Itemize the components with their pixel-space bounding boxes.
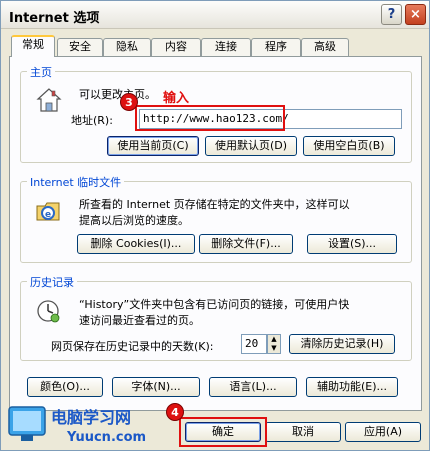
tab-connections[interactable]: 连接 <box>201 38 251 56</box>
spin-down-icon[interactable]: ▼ <box>268 344 280 353</box>
svg-text:Yuucn.com: Yuucn.com <box>66 430 146 445</box>
help-button[interactable]: ? <box>381 4 402 25</box>
delete-files-button[interactable]: 删除文件(F)... <box>199 234 293 254</box>
tab-security[interactable]: 安全 <box>57 38 103 56</box>
use-default-button[interactable]: 使用默认页(D) <box>205 136 297 156</box>
tab-programs[interactable]: 程序 <box>251 38 301 56</box>
ie-folder-icon: e <box>35 198 61 224</box>
apply-button[interactable]: 应用(A) <box>345 422 421 442</box>
internet-options-dialog: Internet 选项 ? × 常规 安全 隐私 内容 连接 程序 高级 主页 … <box>0 0 430 451</box>
history-group: 历史记录 “History”文件夹中包含有已访问页的链接，可使用户快 速访问最近… <box>20 274 412 361</box>
languages-button[interactable]: 语言(L)... <box>209 377 297 397</box>
address-label: 地址(R): <box>71 114 113 127</box>
home-icon <box>35 86 63 114</box>
fonts-button[interactable]: 字体(N)... <box>112 377 200 397</box>
svg-text:e: e <box>45 210 51 220</box>
tab-advanced[interactable]: 高级 <box>301 38 349 56</box>
colors-button[interactable]: 颜色(O)... <box>27 377 103 397</box>
temp-desc-1: 所查看的 Internet 页存储在特定的文件夹中，这样可以 <box>79 198 350 211</box>
step3-label: 输入 <box>163 91 190 106</box>
cancel-button[interactable]: 取消 <box>265 422 341 442</box>
ok-highlight-box <box>179 417 267 447</box>
window-title: Internet 选项 <box>9 11 100 26</box>
history-desc-2: 速访问最近查看过的页。 <box>79 314 200 327</box>
history-group-title: 历史记录 <box>27 274 77 290</box>
temp-files-group: Internet 临时文件 e 所查看的 Internet 页存储在特定的文件夹… <box>20 174 412 263</box>
temp-group-title: Internet 临时文件 <box>27 174 125 190</box>
tab-content[interactable]: 内容 <box>151 38 201 56</box>
history-icon <box>35 298 61 324</box>
svg-text:电脑学习网: 电脑学习网 <box>51 408 131 427</box>
watermark-logo: 电脑学习网 Yuucn.com <box>7 405 167 447</box>
home-desc: 可以更改主页。 <box>79 88 156 101</box>
settings-button[interactable]: 设置(S)... <box>307 234 397 254</box>
clear-history-button[interactable]: 清除历史记录(H) <box>289 334 395 354</box>
history-desc-1: “History”文件夹中包含有已访问页的链接，可使用户快 <box>79 298 350 311</box>
temp-desc-2: 提高以后浏览的速度。 <box>79 214 189 227</box>
address-highlight-box <box>135 105 285 131</box>
title-bar: Internet 选项 ? × <box>1 1 429 29</box>
tab-general[interactable]: 常规 <box>11 35 55 57</box>
step4-badge: 4 <box>166 403 184 421</box>
use-current-button[interactable]: 使用当前页(C) <box>107 136 199 156</box>
close-button[interactable]: × <box>405 4 426 25</box>
use-blank-button[interactable]: 使用空白页(B) <box>303 136 395 156</box>
tab-privacy[interactable]: 隐私 <box>103 38 151 56</box>
home-group-title: 主页 <box>27 64 55 80</box>
delete-cookies-button[interactable]: 删除 Cookies(I)... <box>77 234 195 254</box>
step3-badge: 3 <box>120 93 138 111</box>
spin-up-icon[interactable]: ▲ <box>268 335 280 344</box>
accessibility-button[interactable]: 辅助功能(E)... <box>306 377 398 397</box>
history-days-label: 网页保存在历史记录中的天数(K): <box>51 340 214 353</box>
history-days-input[interactable]: 20 <box>241 334 267 354</box>
history-days-spinner[interactable]: ▲ ▼ <box>267 334 281 354</box>
